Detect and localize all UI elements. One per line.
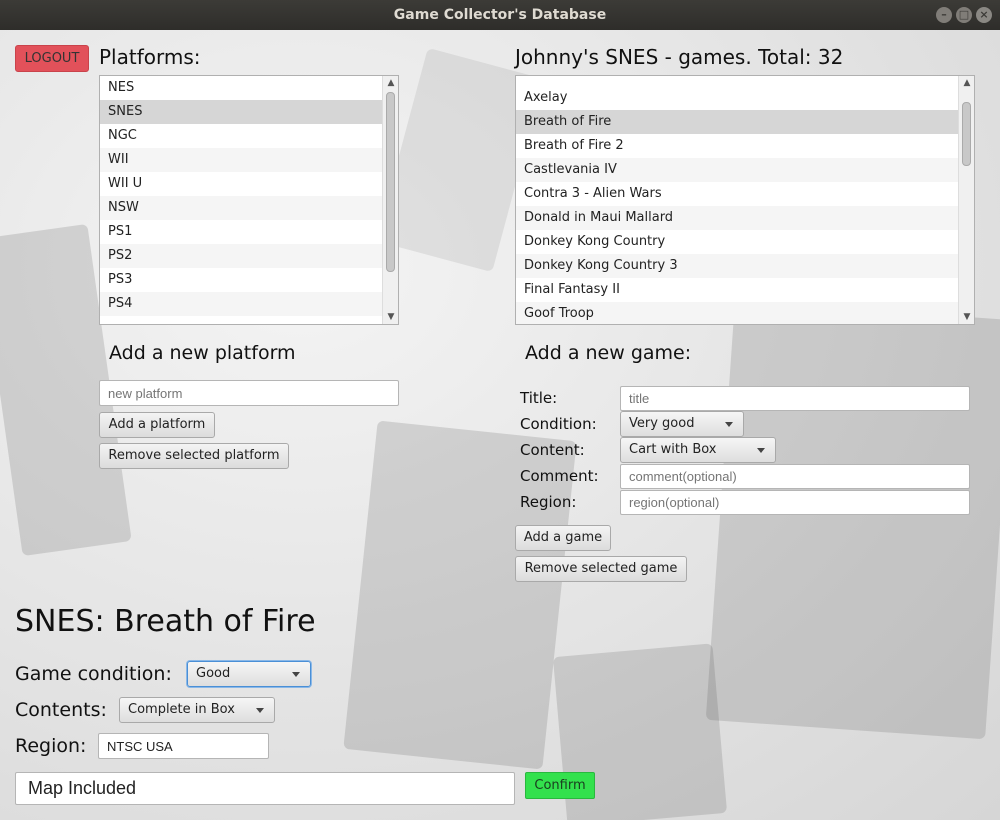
- remove-platform-button[interactable]: Remove selected platform: [99, 443, 289, 469]
- contents-value: Complete in Box: [128, 702, 235, 717]
- platforms-list[interactable]: NES SNES NGC WII WII U NSW PS1 PS2 PS3 P…: [99, 75, 399, 325]
- list-item[interactable]: NES: [100, 76, 398, 100]
- region-label: Region:: [520, 493, 577, 511]
- contents-label: Contents:: [15, 699, 107, 721]
- scroll-up-icon[interactable]: ▲: [959, 76, 974, 90]
- games-list[interactable]: Axelay Breath of Fire Breath of Fire 2 C…: [515, 75, 975, 325]
- list-item[interactable]: Axelay: [516, 86, 974, 110]
- condition-label: Condition:: [520, 415, 597, 433]
- game-condition-select[interactable]: Good: [187, 661, 311, 687]
- region-input[interactable]: [620, 490, 970, 515]
- games-heading: Johnny's SNES - games. Total: 32: [515, 45, 844, 69]
- scroll-down-icon[interactable]: ▼: [383, 310, 398, 324]
- games-scrollbar[interactable]: ▲ ▼: [958, 76, 974, 324]
- contents-select[interactable]: Complete in Box: [119, 697, 275, 723]
- add-game-heading: Add a new game:: [525, 342, 692, 364]
- list-item[interactable]: PS2: [100, 244, 398, 268]
- comment-label: Comment:: [520, 467, 599, 485]
- platforms-heading: Platforms:: [99, 45, 201, 69]
- list-item[interactable]: Donald in Maui Mallard: [516, 206, 974, 230]
- platforms-scrollbar[interactable]: ▲ ▼: [382, 76, 398, 324]
- list-item[interactable]: Castlevania IV: [516, 158, 974, 182]
- list-item[interactable]: SNES: [100, 100, 398, 124]
- window-controls: – □ ×: [936, 7, 992, 23]
- close-icon[interactable]: ×: [976, 7, 992, 23]
- content-value: Cart with Box: [629, 442, 717, 457]
- list-item[interactable]: Final Fantasy II: [516, 278, 974, 302]
- window-titlebar: Game Collector's Database – □ ×: [0, 0, 1000, 30]
- scroll-up-icon[interactable]: ▲: [383, 76, 398, 90]
- game-title-input[interactable]: [620, 386, 970, 411]
- add-game-button[interactable]: Add a game: [515, 525, 611, 551]
- content-select[interactable]: Cart with Box: [620, 437, 776, 463]
- game-condition-value: Good: [196, 666, 231, 681]
- new-platform-input[interactable]: [99, 380, 399, 406]
- list-item[interactable]: Donkey Kong Country: [516, 230, 974, 254]
- background-art: [705, 300, 1000, 740]
- list-item[interactable]: PS4: [100, 292, 398, 316]
- list-item[interactable]: Breath of Fire: [516, 110, 974, 134]
- condition-select[interactable]: Very good: [620, 411, 744, 437]
- list-item[interactable]: Contra 3 - Alien Wars: [516, 182, 974, 206]
- condition-value: Very good: [629, 416, 695, 431]
- add-platform-button[interactable]: Add a platform: [99, 412, 215, 438]
- remove-game-button[interactable]: Remove selected game: [515, 556, 687, 582]
- main-content: LOGOUT Platforms: NES SNES NGC WII WII U…: [0, 30, 1000, 820]
- list-item[interactable]: Goof Troop: [516, 302, 974, 324]
- selected-game-title: SNES: Breath of Fire: [15, 604, 316, 639]
- content-label: Content:: [520, 441, 585, 459]
- scroll-thumb[interactable]: [386, 92, 395, 272]
- logout-button[interactable]: LOGOUT: [15, 45, 89, 72]
- list-item[interactable]: PS3: [100, 268, 398, 292]
- list-item[interactable]: WII: [100, 148, 398, 172]
- minimize-icon[interactable]: –: [936, 7, 952, 23]
- game-condition-label: Game condition:: [15, 663, 172, 685]
- list-item[interactable]: NSW: [100, 196, 398, 220]
- chevron-down-icon: [725, 422, 733, 427]
- list-item[interactable]: WII U: [100, 172, 398, 196]
- list-item[interactable]: Breath of Fire 2: [516, 134, 974, 158]
- add-platform-heading: Add a new platform: [109, 342, 296, 364]
- scroll-thumb[interactable]: [962, 102, 971, 166]
- scroll-down-icon[interactable]: ▼: [959, 310, 974, 324]
- confirm-button[interactable]: Confirm: [525, 772, 595, 799]
- partial-list-item: [516, 76, 974, 86]
- detail-comment-input[interactable]: [15, 772, 515, 805]
- chevron-down-icon: [256, 708, 264, 713]
- list-item[interactable]: PS1: [100, 220, 398, 244]
- maximize-icon[interactable]: □: [956, 7, 972, 23]
- detail-region-label: Region:: [15, 735, 87, 757]
- list-item[interactable]: NGC: [100, 124, 398, 148]
- detail-region-input[interactable]: [98, 733, 269, 759]
- chevron-down-icon: [757, 448, 765, 453]
- window-title: Game Collector's Database: [393, 7, 607, 23]
- title-label: Title:: [520, 389, 558, 407]
- list-item[interactable]: Donkey Kong Country 3: [516, 254, 974, 278]
- chevron-down-icon: [292, 672, 300, 677]
- comment-input[interactable]: [620, 464, 970, 489]
